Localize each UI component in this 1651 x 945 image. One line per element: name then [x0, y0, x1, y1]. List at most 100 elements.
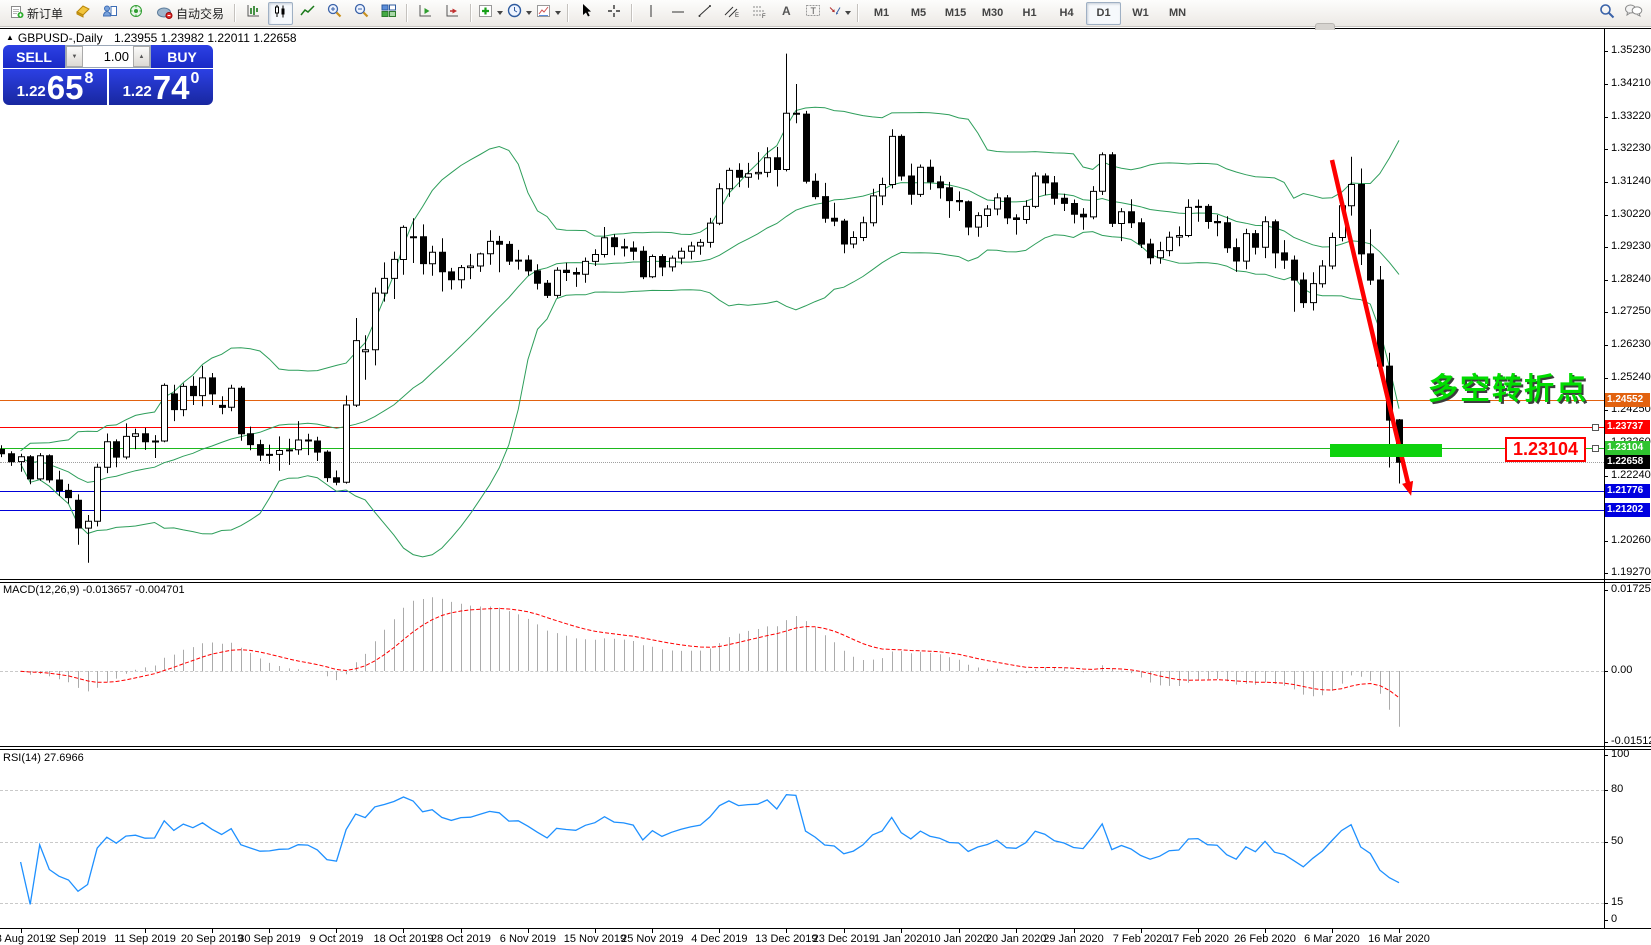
price-level-badge: 1.24552: [1605, 393, 1650, 407]
horizontal-line-tool-button[interactable]: [665, 2, 690, 25]
zoom-in-icon: [327, 3, 343, 23]
zoom-out-button[interactable]: [349, 2, 374, 25]
price-axis-tick: [1604, 541, 1608, 542]
price-axis-tick: [1604, 84, 1608, 85]
panel-grip[interactable]: [1315, 23, 1335, 30]
macd-tick-label: 0.00: [1611, 664, 1632, 676]
price-tick-label: 1.35230: [1611, 44, 1651, 56]
price-tick-label: 1.25240: [1611, 371, 1651, 383]
autotrading-button[interactable]: 自动交易: [151, 2, 229, 25]
turning-point-annotation[interactable]: 多空转折点: [1428, 364, 1588, 408]
trend-arrow-head: [1402, 481, 1413, 496]
timeframe-button-M1[interactable]: M1: [864, 2, 899, 25]
data-window-button[interactable]: [97, 2, 122, 25]
support-highlight-bar[interactable]: [1330, 444, 1442, 457]
volume-input[interactable]: [83, 46, 133, 67]
fibonacci-tool-button[interactable]: F: [746, 2, 771, 25]
templates-icon: [536, 4, 552, 23]
crosshair-icon: [607, 4, 621, 23]
pane-splitter[interactable]: [0, 579, 1651, 580]
price-tick-label: 1.30220: [1611, 208, 1651, 220]
line-handle[interactable]: [1592, 424, 1599, 431]
pane-splitter[interactable]: [0, 749, 1651, 750]
rsi-tick-label: 80: [1611, 783, 1623, 795]
new-order-button[interactable]: 新订单: [5, 2, 68, 25]
timeframe-button-M5[interactable]: M5: [901, 2, 936, 25]
date-tick-label: 16 Mar 2020: [1357, 933, 1441, 945]
macd-pane-canvas[interactable]: [0, 583, 1604, 746]
bar-chart-icon: [246, 4, 261, 23]
line-handle[interactable]: [1592, 445, 1599, 452]
zoom-in-button[interactable]: [322, 2, 347, 25]
bearish-candles: [0, 113, 1403, 528]
price-axis-tick: [1604, 410, 1608, 411]
equidistant-channel-icon: E: [724, 4, 740, 23]
pane-splitter[interactable]: [0, 582, 1651, 583]
price-axis-tick: [1604, 573, 1608, 574]
data-window-icon: [102, 4, 118, 23]
timeframe-button-M30[interactable]: M30: [975, 2, 1010, 25]
chevron-down-icon: [497, 11, 503, 15]
mt4-terminal-window: { "toolbar": { "new_order_label": "新订单",…: [0, 0, 1651, 945]
macd-histogram: [22, 597, 1400, 727]
label-tool-button[interactable]: T: [800, 2, 825, 25]
rsi-axis-tick: [1604, 790, 1608, 791]
timeframe-button-MN[interactable]: MN: [1160, 2, 1195, 25]
price-tag-box[interactable]: 1.23104: [1505, 437, 1586, 462]
trendline-tool-button[interactable]: [692, 2, 717, 25]
buy-price-panel[interactable]: 1.22 74 0: [109, 69, 213, 105]
timeframe-button-H4[interactable]: H4: [1049, 2, 1084, 25]
chart-title: ▲GBPUSD-,Daily 1.23955 1.23982 1.22011 1…: [6, 31, 297, 45]
arrows-icon: [828, 4, 842, 22]
chart-ohlc-values: 1.23955 1.23982 1.22011 1.22658: [114, 31, 297, 45]
line-chart-button[interactable]: [295, 2, 320, 25]
tile-windows-button[interactable]: [376, 2, 401, 25]
crosshair-button[interactable]: [601, 2, 626, 25]
candlestick-chart-button[interactable]: [268, 2, 293, 25]
price-tick-label: 1.22240: [1611, 469, 1651, 481]
timeframe-button-D1[interactable]: D1: [1086, 2, 1121, 25]
sell-price-panel[interactable]: 1.22 65 8: [3, 69, 107, 105]
bullish-candles: [19, 113, 1355, 528]
sell-price-pip: 8: [85, 70, 94, 88]
auto-scroll-button[interactable]: [413, 2, 438, 25]
sell-button[interactable]: SELL: [3, 45, 65, 68]
search-button[interactable]: [1594, 2, 1619, 25]
market-watch-button[interactable]: [70, 2, 95, 25]
price-tick-label: 1.32230: [1611, 142, 1651, 154]
price-axis-tick: [1604, 345, 1608, 346]
line-chart-icon: [300, 4, 315, 23]
sell-price-prefix: 1.22: [17, 83, 46, 100]
bar-chart-button[interactable]: [241, 2, 266, 25]
timeframe-button-W1[interactable]: W1: [1123, 2, 1158, 25]
price-tick-label: 1.29230: [1611, 240, 1651, 252]
templates-button[interactable]: [535, 2, 562, 25]
chat-button[interactable]: [1621, 2, 1646, 25]
periods-button[interactable]: [506, 2, 533, 25]
cursor-button[interactable]: [574, 2, 599, 25]
equidistant-channel-tool-button[interactable]: E: [719, 2, 744, 25]
volume-decrease-button[interactable]: ▼: [66, 46, 83, 67]
arrows-tool-button[interactable]: [827, 2, 852, 25]
indicators-button[interactable]: [477, 2, 504, 25]
one-click-collapse-icon[interactable]: ▲: [6, 33, 14, 42]
price-scale-border: [1604, 28, 1605, 929]
trend-arrow-line[interactable]: [1332, 160, 1408, 483]
buy-button[interactable]: BUY: [151, 45, 213, 68]
volume-increase-button[interactable]: ▲: [133, 46, 150, 67]
buy-price-big: 74: [153, 73, 190, 103]
timeframe-button-M15[interactable]: M15: [938, 2, 973, 25]
chart-shift-button[interactable]: [440, 2, 465, 25]
navigator-button[interactable]: [124, 2, 149, 25]
macd-tick-label: 0.017252: [1611, 583, 1651, 595]
toolbar-separator: [567, 4, 569, 22]
text-tool-button[interactable]: A: [773, 2, 798, 25]
price-level-badge: 1.23104: [1605, 441, 1650, 455]
buy-price-pip: 0: [191, 70, 200, 88]
price-tick-label: 1.33220: [1611, 110, 1651, 122]
price-chart-canvas[interactable]: [0, 28, 1604, 579]
vertical-line-tool-button[interactable]: [638, 2, 663, 25]
timeframe-button-H1[interactable]: H1: [1012, 2, 1047, 25]
pane-splitter[interactable]: [0, 746, 1651, 747]
rsi-pane-canvas[interactable]: [0, 750, 1604, 928]
